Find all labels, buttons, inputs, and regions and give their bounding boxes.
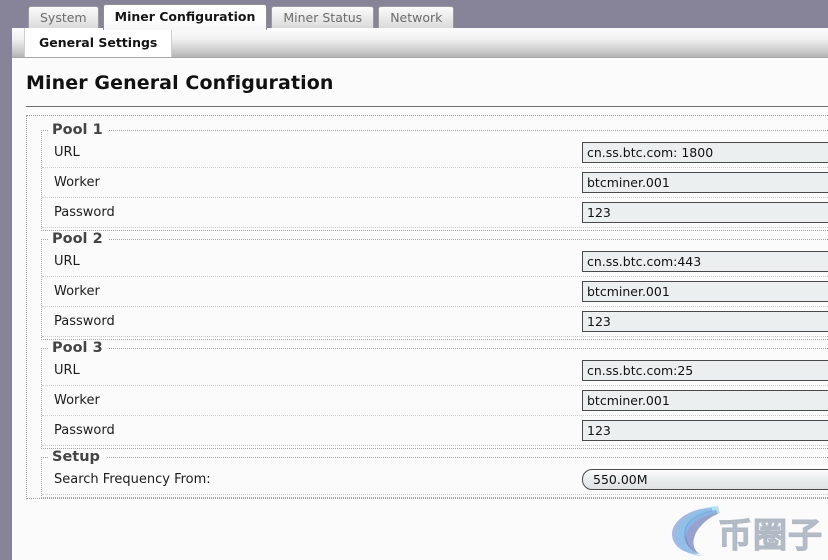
field-label: Password <box>54 314 115 329</box>
tab-miner-configuration[interactable]: Miner Configuration <box>102 4 268 30</box>
field-row-password: Password <box>42 416 828 446</box>
tab-label: System <box>40 9 87 25</box>
field-label: URL <box>54 145 80 160</box>
tab-label: Miner Configuration <box>114 9 256 25</box>
section-setup: Setup Search Frequency From: <box>41 449 828 498</box>
pool3-worker-input[interactable] <box>582 390 828 411</box>
field-row-url: URL <box>42 356 828 386</box>
pool1-password-input[interactable] <box>582 202 828 223</box>
field-row-worker: Worker <box>42 168 828 198</box>
field-label: Password <box>54 423 115 438</box>
subtab-label: General Settings <box>39 35 158 50</box>
section-pool-2: Pool 2 URL Worker Password <box>41 231 828 340</box>
tab-system[interactable]: System <box>28 6 99 29</box>
page-title: Miner General Configuration <box>26 72 334 94</box>
tab-label: Miner Status <box>283 9 363 25</box>
section-legend: Pool 1 <box>52 122 103 138</box>
pool3-url-input[interactable] <box>582 360 828 381</box>
pool1-worker-input[interactable] <box>582 172 828 193</box>
tab-miner-status[interactable]: Miner Status <box>271 6 375 29</box>
pool3-password-input[interactable] <box>582 420 828 441</box>
field-row-password: Password <box>42 198 828 228</box>
field-row-url: URL <box>42 247 828 277</box>
section-pool-1: Pool 1 URL Worker Password <box>41 122 828 231</box>
sub-tab-bar: General Settings <box>12 28 828 58</box>
section-pool-3: Pool 3 URL Worker Password <box>41 340 828 449</box>
search-frequency-from-select[interactable] <box>582 469 828 490</box>
field-row-worker: Worker <box>42 386 828 416</box>
field-label: Worker <box>54 393 100 408</box>
pool2-url-input[interactable] <box>582 251 828 272</box>
browser-window: System Miner Configuration Miner Status … <box>0 0 828 560</box>
pool1-url-input[interactable] <box>582 142 828 163</box>
field-row-url: URL <box>42 138 828 168</box>
field-label: Worker <box>54 175 100 190</box>
field-row-password: Password <box>42 307 828 337</box>
field-label: URL <box>54 363 80 378</box>
section-legend: Setup <box>52 449 100 465</box>
title-divider <box>26 106 828 107</box>
section-legend: Pool 3 <box>52 340 103 356</box>
field-row-worker: Worker <box>42 277 828 307</box>
tab-label: Network <box>390 9 443 25</box>
configuration-form: Pool 1 URL Worker Password Pool 2 <box>26 115 828 499</box>
field-label: Worker <box>54 284 100 299</box>
field-row-search-frequency-from: Search Frequency From: <box>42 465 828 495</box>
pool2-password-input[interactable] <box>582 311 828 332</box>
main-tab-bar: System Miner Configuration Miner Status … <box>0 0 828 30</box>
subtab-general-settings[interactable]: General Settings <box>24 28 173 57</box>
tab-network[interactable]: Network <box>378 6 455 29</box>
pool2-worker-input[interactable] <box>582 281 828 302</box>
field-label: URL <box>54 254 80 269</box>
page-content: Miner General Configuration Pool 1 URL W… <box>12 58 828 560</box>
section-legend: Pool 2 <box>52 231 103 247</box>
field-label: Password <box>54 205 115 220</box>
field-label: Search Frequency From: <box>54 472 211 487</box>
